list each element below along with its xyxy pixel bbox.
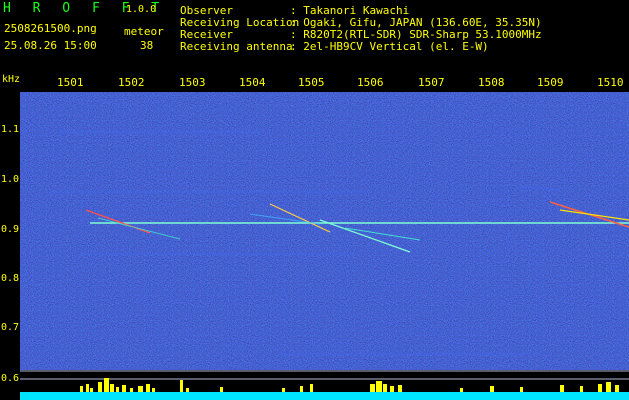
freq-tick-label: 1.0	[1, 174, 20, 185]
antenna-label: Receiving antenna	[180, 40, 293, 53]
minute-tick-label: 1502	[118, 76, 145, 89]
app-version: 1.0.0	[126, 4, 157, 15]
minute-tick-label: 1505	[298, 76, 325, 89]
freq-tick-label: 0.6	[1, 373, 20, 384]
minute-tick-label: 1501	[57, 76, 84, 89]
antenna-value: : 2el-HB9CV Vertical (el. E-W)	[290, 40, 489, 53]
spectrogram	[20, 92, 629, 400]
meteor-count: 38	[140, 39, 154, 52]
image-datetime: 25.08.26 15:00	[4, 39, 97, 52]
header-panel: H R O F F T 1.0.0 2508261500.png 25.08.2…	[0, 0, 629, 74]
frequency-unit-label: kHz	[2, 74, 21, 85]
minute-tick-label: 1510	[597, 76, 624, 89]
freq-tick-label: 0.9	[1, 224, 20, 235]
freq-tick-label: 1.1	[1, 124, 20, 135]
image-filename: 2508261500.png	[4, 22, 97, 35]
minute-tick-label: 1504	[239, 76, 266, 89]
minute-tick-label: 1506	[357, 76, 384, 89]
minute-tick-label: 1509	[537, 76, 564, 89]
signal-baseline	[20, 392, 629, 400]
minute-tick-label: 1508	[478, 76, 505, 89]
minute-tick-label: 1503	[179, 76, 206, 89]
meteor-label: meteor	[124, 25, 164, 38]
minute-tick-label: 1507	[418, 76, 445, 89]
freq-tick-label: 0.7	[1, 322, 20, 333]
freq-tick-label: 0.8	[1, 273, 20, 284]
